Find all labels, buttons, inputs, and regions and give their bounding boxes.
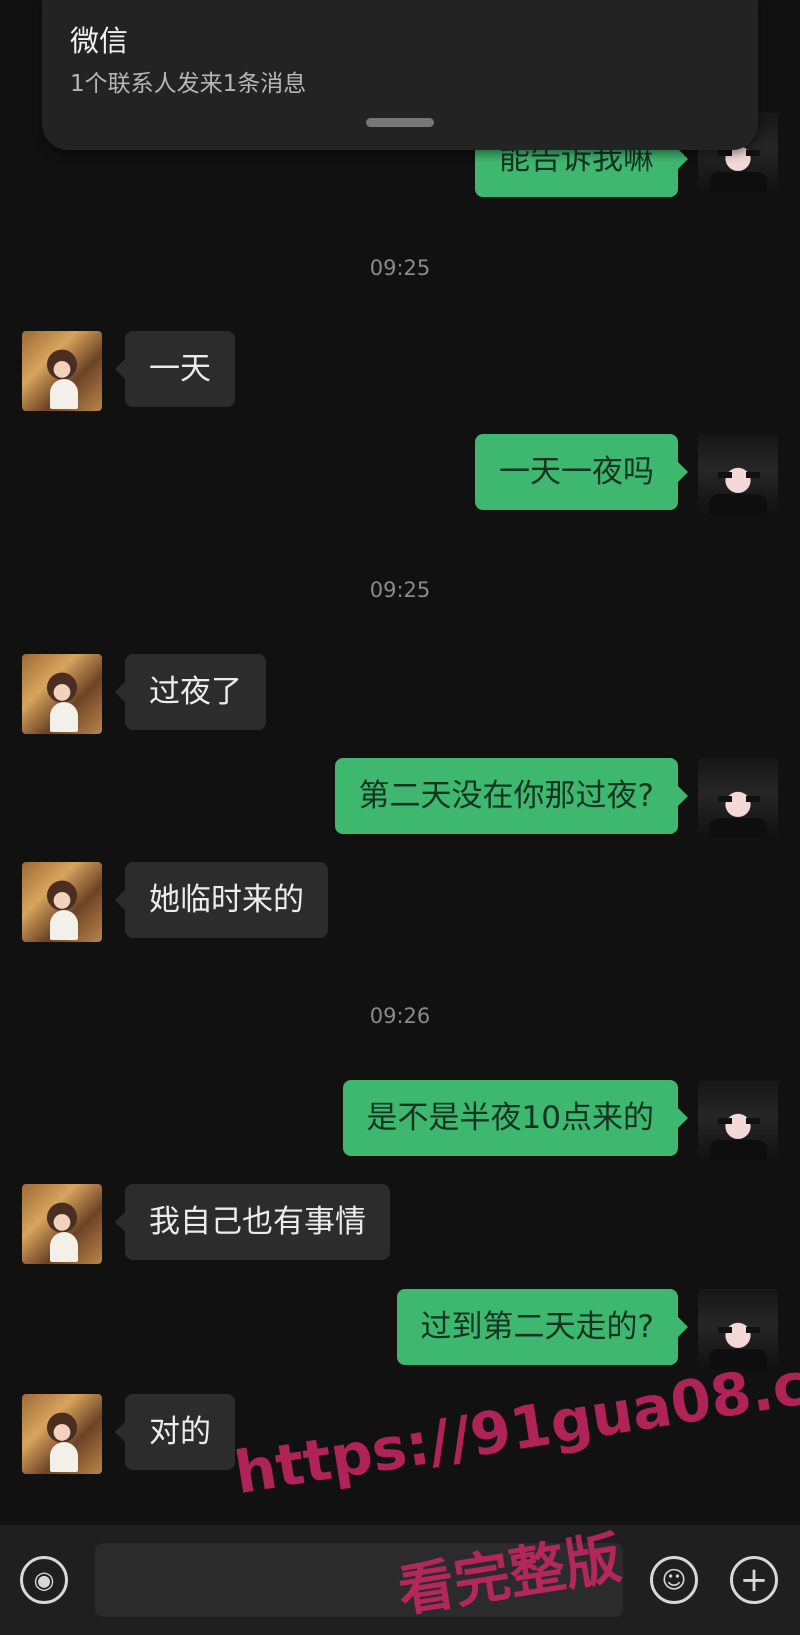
message-bubble-contact[interactable]: 过夜了 bbox=[115, 654, 266, 730]
message-input[interactable] bbox=[95, 1543, 623, 1617]
timestamp: 09:26 bbox=[369, 1004, 431, 1028]
message-bubble-contact[interactable]: 她临时来的 bbox=[115, 862, 328, 938]
contact-avatar[interactable] bbox=[22, 331, 102, 411]
emoji-button[interactable]: ☺ bbox=[650, 1556, 698, 1604]
my-avatar[interactable] bbox=[698, 1080, 778, 1160]
my-avatar[interactable] bbox=[698, 1289, 778, 1369]
emoji-icon: ☺ bbox=[661, 1566, 687, 1594]
more-button[interactable]: + bbox=[730, 1556, 778, 1604]
contact-avatar[interactable] bbox=[22, 654, 102, 734]
message-bubble-contact[interactable]: 一天 bbox=[115, 331, 235, 407]
message-bubble-contact[interactable]: 对的 bbox=[115, 1394, 235, 1470]
wechat-notification[interactable]: 微信 1个联系人发来1条消息 bbox=[42, 0, 758, 150]
timestamp: 09:25 bbox=[369, 578, 431, 602]
voice-button[interactable]: ◉ bbox=[20, 1556, 68, 1604]
my-avatar[interactable] bbox=[698, 434, 778, 514]
contact-avatar[interactable] bbox=[22, 1184, 102, 1264]
message-bubble-me[interactable]: 是不是半夜10点来的 bbox=[342, 1080, 689, 1156]
message-bubble-contact[interactable]: 我自己也有事情 bbox=[115, 1184, 390, 1260]
message-bubble-me[interactable]: 一天一夜吗 bbox=[475, 434, 688, 510]
my-avatar[interactable] bbox=[698, 758, 778, 838]
notification-app-name: 微信 bbox=[70, 24, 129, 58]
contact-avatar[interactable] bbox=[22, 862, 102, 942]
chat-input-bar: ◉ ☺ + bbox=[0, 1525, 800, 1635]
notification-drag-handle[interactable] bbox=[366, 118, 434, 127]
voice-icon: ◉ bbox=[33, 1566, 55, 1594]
message-bubble-me[interactable]: 过到第二天走的? bbox=[396, 1289, 689, 1365]
plus-icon: + bbox=[739, 1560, 769, 1600]
contact-avatar[interactable] bbox=[22, 1394, 102, 1474]
notification-message: 1个联系人发来1条消息 bbox=[70, 71, 307, 97]
timestamp: 09:25 bbox=[369, 256, 431, 280]
message-bubble-me[interactable]: 第二天没在你那过夜? bbox=[334, 758, 689, 834]
